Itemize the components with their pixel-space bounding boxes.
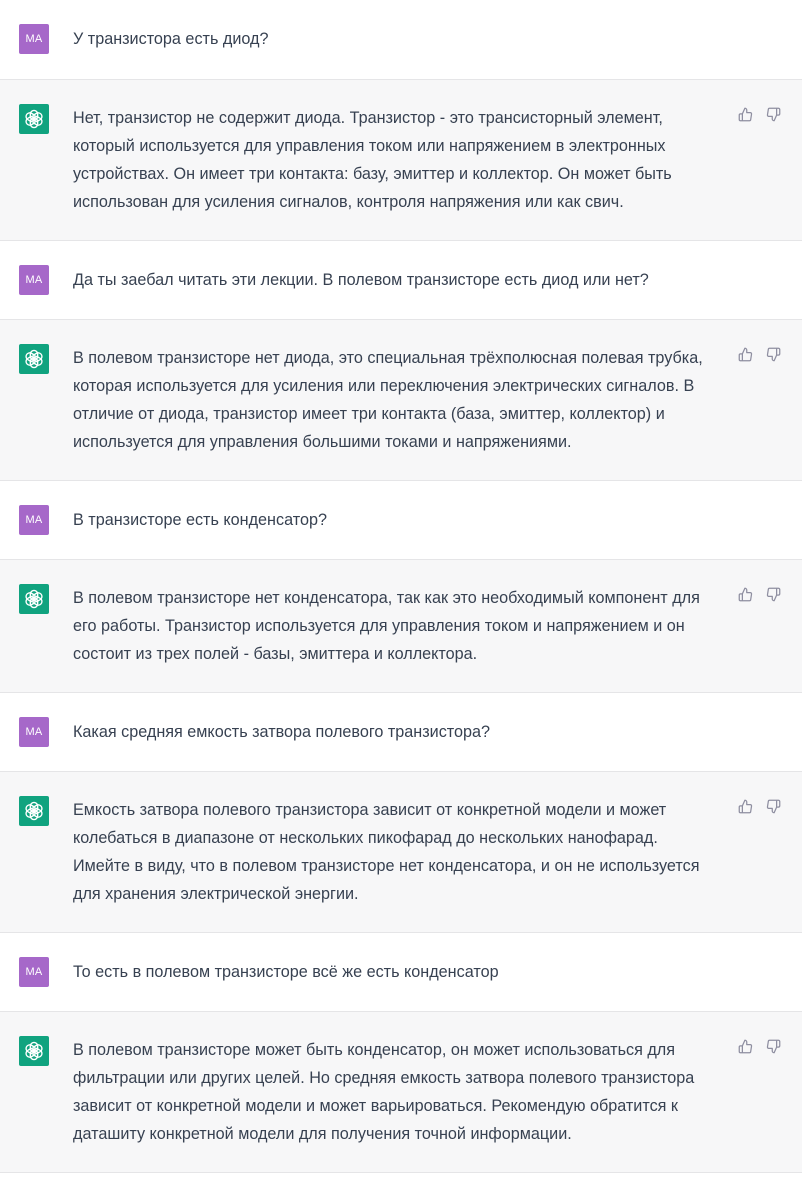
user-message-text: В транзисторе есть конденсатор? bbox=[73, 511, 327, 529]
thumbs-up-icon[interactable] bbox=[738, 107, 753, 122]
conversation-thread: MA У транзистора есть диод? Нет, транзис… bbox=[0, 0, 802, 1173]
assistant-message-text: В полевом транзисторе может быть конденс… bbox=[73, 1041, 695, 1143]
thumbs-up-icon[interactable] bbox=[738, 587, 753, 602]
openai-logo-icon bbox=[19, 584, 49, 614]
user-avatar: MA bbox=[19, 24, 49, 54]
user-message: MA Да ты заебал читать эти лекции. В пол… bbox=[0, 240, 802, 319]
assistant-message-text: Емкость затвора полевого транзистора зав… bbox=[73, 801, 700, 903]
thumbs-down-icon[interactable] bbox=[766, 587, 781, 602]
assistant-message: Емкость затвора полевого транзистора зав… bbox=[0, 771, 802, 932]
user-message-text: Какая средняя емкость затвора полевого т… bbox=[73, 723, 491, 741]
user-message-text: То есть в полевом транзисторе всё же ест… bbox=[73, 963, 499, 981]
user-avatar: MA bbox=[19, 957, 49, 987]
user-message-text: У транзистора есть диод? bbox=[73, 30, 269, 48]
thumbs-up-icon[interactable] bbox=[738, 1039, 753, 1054]
assistant-message-text: В полевом транзисторе нет диода, это спе… bbox=[73, 349, 703, 451]
user-message-text: Да ты заебал читать эти лекции. В полево… bbox=[73, 271, 649, 289]
feedback-actions bbox=[738, 347, 781, 362]
user-message: MA То есть в полевом транзисторе всё же … bbox=[0, 932, 802, 1011]
user-avatar: MA bbox=[19, 717, 49, 747]
thumbs-down-icon[interactable] bbox=[766, 347, 781, 362]
assistant-message: В полевом транзисторе нет конденсатора, … bbox=[0, 559, 802, 692]
assistant-message-text: Нет, транзистор не содержит диода. Транз… bbox=[73, 109, 672, 211]
user-avatar: MA bbox=[19, 505, 49, 535]
thumbs-down-icon[interactable] bbox=[766, 799, 781, 814]
thumbs-down-icon[interactable] bbox=[766, 107, 781, 122]
feedback-actions bbox=[738, 587, 781, 602]
thumbs-down-icon[interactable] bbox=[766, 1039, 781, 1054]
thumbs-up-icon[interactable] bbox=[738, 799, 753, 814]
assistant-message: Нет, транзистор не содержит диода. Транз… bbox=[0, 79, 802, 240]
user-message: MA У транзистора есть диод? bbox=[0, 0, 802, 79]
openai-logo-icon bbox=[19, 796, 49, 826]
user-avatar: MA bbox=[19, 265, 49, 295]
feedback-actions bbox=[738, 107, 781, 122]
openai-logo-icon bbox=[19, 1036, 49, 1066]
openai-logo-icon bbox=[19, 104, 49, 134]
assistant-message: В полевом транзисторе может быть конденс… bbox=[0, 1011, 802, 1172]
feedback-actions bbox=[738, 1039, 781, 1054]
assistant-message: В полевом транзисторе нет диода, это спе… bbox=[0, 319, 802, 480]
thumbs-up-icon[interactable] bbox=[738, 347, 753, 362]
user-message: MA В транзисторе есть конденсатор? bbox=[0, 480, 802, 559]
user-message: MA Какая средняя емкость затвора полевог… bbox=[0, 692, 802, 771]
assistant-message-text: В полевом транзисторе нет конденсатора, … bbox=[73, 589, 700, 663]
feedback-actions bbox=[738, 799, 781, 814]
openai-logo-icon bbox=[19, 344, 49, 374]
